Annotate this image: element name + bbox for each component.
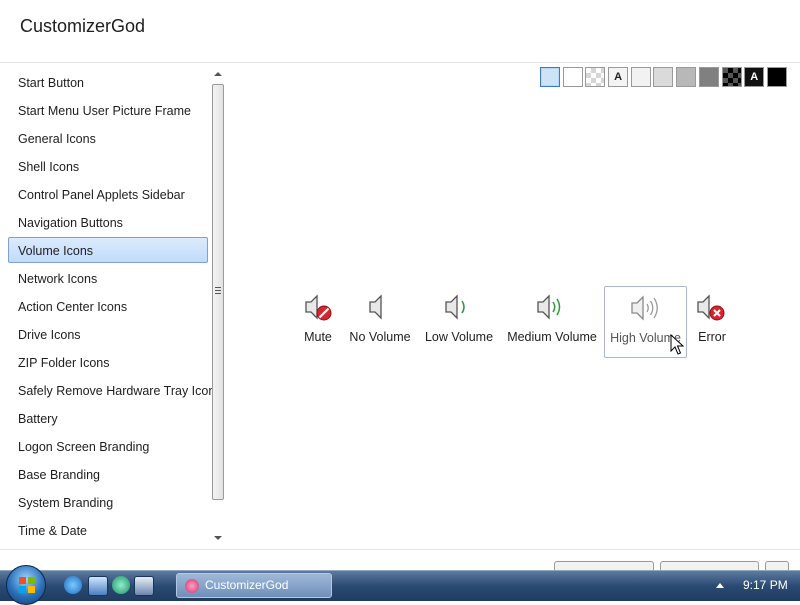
swatch-very-light-gray[interactable] — [630, 67, 651, 87]
category-list: Start Button Start Menu User Picture Fra… — [6, 68, 215, 546]
volume-icon-tile-low-volume[interactable]: Low Volume — [423, 286, 495, 358]
explorer-window-icon[interactable] — [134, 576, 154, 596]
scroll-thumb[interactable] — [212, 84, 224, 500]
swatch-text-a-dark[interactable]: A — [744, 67, 765, 87]
sidebar-item-volume-icons[interactable]: Volume Icons — [8, 237, 208, 263]
show-hidden-icons-arrow-icon[interactable] — [716, 583, 724, 588]
speaker-mute-icon — [305, 294, 332, 321]
app-title: CustomizerGod — [20, 16, 146, 36]
footer-divider — [0, 549, 800, 550]
volume-icon-tile-no-volume[interactable]: No Volume — [346, 286, 414, 358]
sidebar-item-start-menu-user-picture-frame[interactable]: Start Menu User Picture Frame — [8, 97, 208, 123]
swatch-text: A — [750, 71, 759, 83]
sidebar-item-navigation-buttons[interactable]: Navigation Buttons — [8, 209, 208, 235]
windows-logo-icon — [19, 577, 35, 593]
swatch-dark-checker[interactable] — [721, 67, 742, 87]
speaker-error-icon — [697, 294, 725, 321]
volume-icon-label: Medium Volume — [507, 330, 597, 344]
sidebar-item-control-panel-applets-sidebar[interactable]: Control Panel Applets Sidebar — [8, 181, 208, 207]
speaker-low-volume-icon — [445, 294, 465, 320]
sidebar-item-logon-screen-branding[interactable]: Logon Screen Branding — [8, 433, 208, 459]
volume-icon-label: Low Volume — [424, 330, 494, 344]
taskbar-button-customizergod[interactable]: CustomizerGod — [176, 573, 332, 598]
swatch-black[interactable] — [766, 67, 787, 87]
sidebar-item-battery[interactable]: Battery — [8, 405, 208, 431]
swatch-text: A — [614, 71, 623, 83]
header-divider — [0, 62, 800, 63]
speaker-no-volume-icon — [369, 294, 382, 320]
sidebar-item-action-center-icons[interactable]: Action Center Icons — [8, 293, 208, 319]
start-orb-button[interactable] — [6, 565, 46, 605]
volume-icon-tile-mute[interactable]: Mute — [298, 286, 338, 358]
sidebar-item-zip-folder-icons[interactable]: ZIP Folder Icons — [8, 349, 208, 375]
media-player-icon[interactable] — [112, 576, 130, 594]
swatch-dark-gray[interactable] — [698, 67, 719, 87]
sidebar-item-network-icons[interactable]: Network Icons — [8, 265, 208, 291]
sidebar-item-time-and-date[interactable]: Time & Date — [8, 517, 208, 543]
taskbar-button-label: CustomizerGod — [205, 578, 289, 592]
internet-explorer-icon[interactable] — [64, 576, 82, 594]
taskbar: CustomizerGod 9:17 PM — [0, 565, 800, 605]
desktop-icon[interactable] — [88, 576, 108, 596]
scroll-down-arrow-icon[interactable] — [214, 536, 222, 540]
customizergod-gear-icon — [185, 579, 199, 593]
volume-icon-label: No Volume — [349, 330, 411, 344]
volume-icon-tile-error[interactable]: Error — [694, 286, 730, 358]
sidebar-item-start-button[interactable]: Start Button — [8, 69, 208, 95]
speaker-high-volume-icon — [630, 295, 658, 321]
sidebar-item-drive-icons[interactable]: Drive Icons — [8, 321, 208, 347]
sidebar-item-general-icons[interactable]: General Icons — [8, 125, 208, 151]
speaker-medium-volume-icon — [537, 294, 561, 320]
grip-line — [215, 290, 221, 291]
sidebar-scrollbar[interactable] — [211, 68, 225, 546]
sidebar: Start Button Start Menu User Picture Fra… — [6, 68, 228, 546]
volume-icon-label: Error — [698, 330, 726, 344]
swatch-light-blue[interactable] — [540, 67, 560, 87]
sidebar-item-system-branding[interactable]: System Branding — [8, 489, 208, 515]
volume-icon-tile-medium-volume[interactable]: Medium Volume — [505, 286, 599, 358]
swatch-white[interactable] — [562, 67, 583, 87]
swatch-light-gray[interactable] — [653, 67, 674, 87]
scroll-up-arrow-icon[interactable] — [214, 72, 222, 76]
sidebar-item-safely-remove-hardware-tray-icon[interactable]: Safely Remove Hardware Tray Icon — [8, 377, 215, 403]
volume-icon-label: Mute — [304, 330, 332, 344]
swatch-checker[interactable] — [585, 67, 606, 87]
swatch-text-a-light[interactable]: A — [608, 67, 629, 87]
sidebar-item-base-branding[interactable]: Base Branding — [8, 461, 208, 487]
grip-line — [215, 293, 221, 294]
grip-line — [215, 287, 221, 288]
sidebar-item-shell-icons[interactable]: Shell Icons — [8, 153, 208, 179]
background-swatches: AA — [540, 67, 790, 91]
swatch-gray[interactable] — [676, 67, 697, 87]
system-clock[interactable]: 9:17 PM — [743, 578, 788, 592]
mouse-cursor-icon — [670, 334, 684, 355]
